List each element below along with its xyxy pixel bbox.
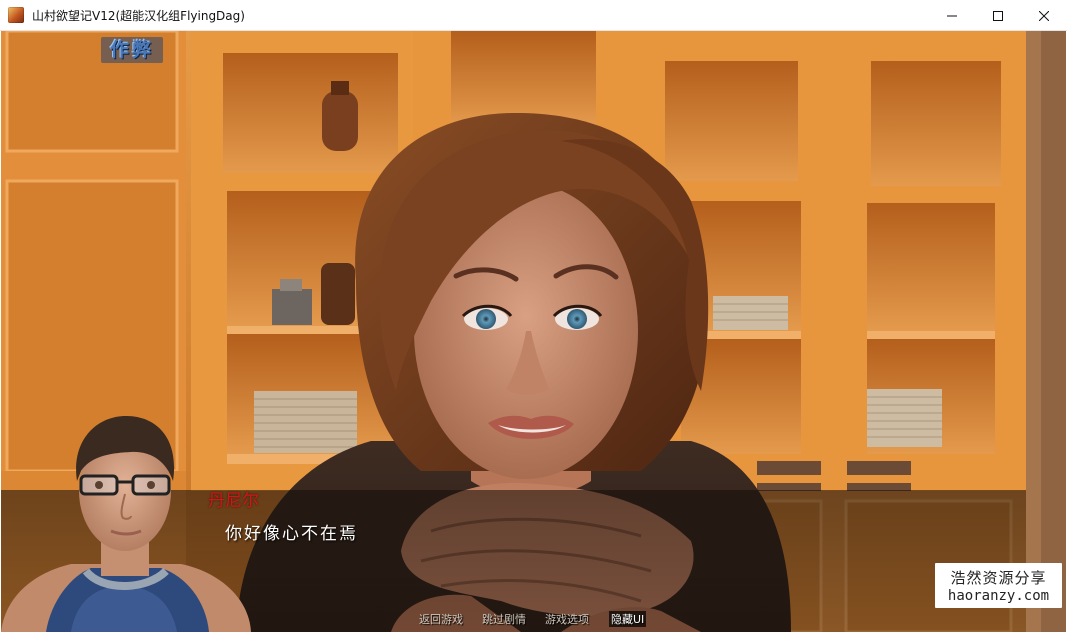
watermark-url: haoranzy.com	[947, 588, 1050, 604]
game-viewport[interactable]: 作弊 丹尼尔 你好像心不在焉 返回游戏 跳过剧情 游戏选项 隐藏UI 浩然资源分…	[1, 31, 1066, 632]
window-titlebar[interactable]: 山村欲望记V12(超能汉化组FlyingDag)	[0, 0, 1067, 31]
window-title: 山村欲望记V12(超能汉化组FlyingDag)	[32, 8, 245, 23]
watermark: 浩然资源分享 haoranzy.com	[935, 563, 1062, 608]
minimize-button[interactable]	[929, 0, 975, 31]
window-controls	[929, 0, 1067, 31]
quick-menu-options-button[interactable]: 游戏选项	[545, 611, 589, 627]
close-button[interactable]	[1021, 0, 1067, 31]
minimize-icon	[947, 15, 957, 16]
quick-menu: 返回游戏 跳过剧情 游戏选项 隐藏UI	[1, 608, 1066, 630]
dialogue-text: 你好像心不在焉	[225, 524, 358, 544]
watermark-title: 浩然资源分享	[950, 569, 1047, 587]
quick-menu-return-button[interactable]: 返回游戏	[419, 611, 463, 627]
maximize-icon	[993, 10, 1003, 21]
maximize-button[interactable]	[975, 0, 1021, 31]
quick-menu-skip-button[interactable]: 跳过剧情	[482, 611, 526, 627]
cheat-button[interactable]: 作弊	[101, 37, 163, 63]
speaker-name: 丹尼尔	[208, 491, 259, 511]
speaker-portrait	[1, 416, 251, 632]
close-icon	[1039, 10, 1049, 21]
quick-menu-hide-ui-button[interactable]: 隐藏UI	[609, 611, 647, 627]
app-icon	[8, 7, 24, 23]
